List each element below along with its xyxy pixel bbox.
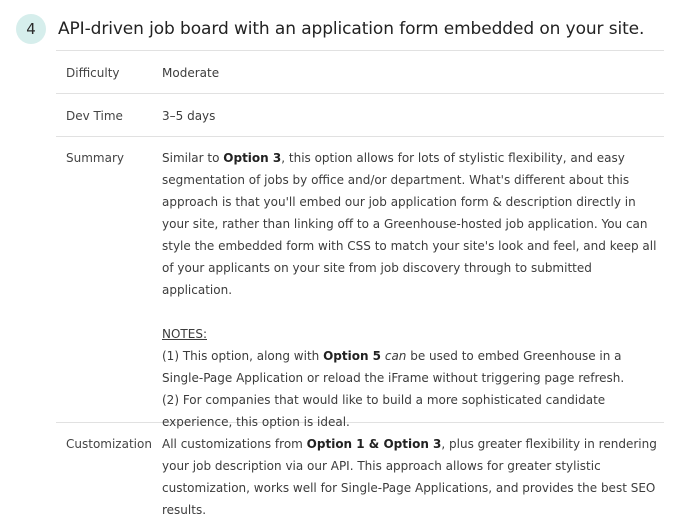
summary-value: Similar to Option 3, this option allows … <box>162 147 664 429</box>
dev-time-label: Dev Time <box>66 109 123 123</box>
note-2: (2) For companies that would like to bui… <box>162 393 606 429</box>
details-table: Difficulty Moderate Dev Time 3–5 days Su… <box>56 50 664 517</box>
option-5-reference: Option 5 <box>323 349 382 363</box>
notes-heading: NOTES: <box>162 327 207 341</box>
row-customization: Customization All customizations from Op… <box>56 422 664 517</box>
row-summary: Summary Similar to Option 3, this option… <box>56 136 664 429</box>
summary-intro: Similar to Option 3, this option allows … <box>162 147 660 301</box>
difficulty-value: Moderate <box>162 66 220 80</box>
row-difficulty: Difficulty Moderate <box>56 50 664 93</box>
summary-label: Summary <box>66 151 124 165</box>
option-3-reference: Option 3 <box>223 151 282 165</box>
row-dev-time: Dev Time 3–5 days <box>56 93 664 136</box>
summary-intro-text: Similar to <box>162 151 224 165</box>
note-1-emphasis: can <box>384 349 407 363</box>
summary-intro-rest: , this option allows for lots of stylist… <box>162 151 657 297</box>
note-1: (1) This option, along with Option 5 can… <box>162 345 660 389</box>
option-header: 4 API-driven job board with an applicati… <box>16 14 644 44</box>
difficulty-label: Difficulty <box>66 66 120 80</box>
customization-label: Customization <box>66 437 152 451</box>
dev-time-value: 3–5 days <box>162 109 216 123</box>
customization-value: All customizations from Option 1 & Optio… <box>162 433 664 517</box>
option-number-badge: 4 <box>16 14 46 44</box>
option-title: API-driven job board with an application… <box>58 19 645 39</box>
customization-text: All customizations from <box>162 437 307 451</box>
option-1-3-reference: Option 1 & Option 3 <box>306 437 442 451</box>
note-1-text: (1) This option, along with <box>162 349 324 363</box>
